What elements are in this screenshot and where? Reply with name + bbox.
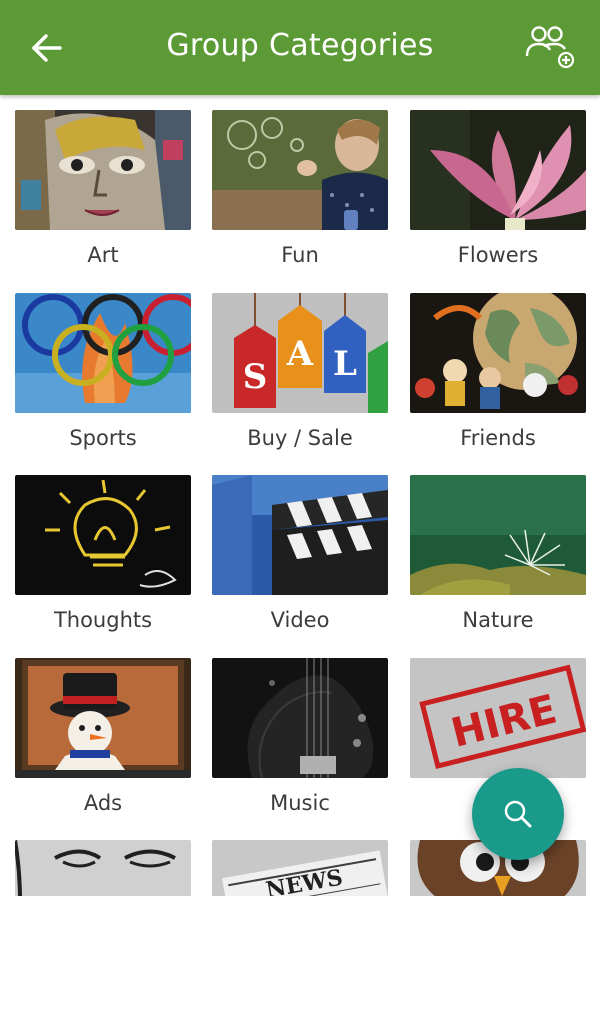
category-tile-flowers[interactable]: Flowers xyxy=(410,95,586,267)
newspaper-image: NEWS xyxy=(212,840,388,896)
add-group-button[interactable] xyxy=(520,22,582,72)
category-tile-thoughts[interactable]: Thoughts xyxy=(15,460,191,632)
hire-image: HIRE xyxy=(410,658,586,778)
flowers-image xyxy=(410,110,586,230)
page-title: Group Categories xyxy=(166,28,434,63)
add-group-icon xyxy=(525,26,575,69)
video-image xyxy=(212,475,388,595)
search-icon xyxy=(504,800,532,828)
svg-text:A: A xyxy=(286,334,314,374)
app-bar: Group Categories xyxy=(0,0,600,95)
category-tile-5-1[interactable] xyxy=(15,825,191,896)
category-tile-art[interactable]: Art xyxy=(15,95,191,267)
buy-sale-image: S A L xyxy=(212,293,388,413)
thoughts-image xyxy=(15,475,191,595)
category-label: Video xyxy=(270,608,330,632)
category-label: Buy / Sale xyxy=(247,426,353,450)
cartoon-face-image xyxy=(15,840,191,896)
nature-image xyxy=(410,475,586,595)
category-tile-nature[interactable]: Nature xyxy=(410,460,586,632)
category-tile-music[interactable]: Music xyxy=(212,643,388,815)
category-tile-sports[interactable]: Sports xyxy=(15,278,191,450)
svg-text:L: L xyxy=(333,344,357,384)
category-tile-friends[interactable]: Friends xyxy=(410,278,586,450)
category-label: Sports xyxy=(69,426,137,450)
category-tile-5-2[interactable]: NEWS xyxy=(212,825,388,896)
category-tile-fun[interactable]: Fun xyxy=(212,95,388,267)
ads-image xyxy=(15,658,191,778)
search-button[interactable] xyxy=(472,768,564,860)
category-label: Thoughts xyxy=(53,608,153,632)
category-label: Fun xyxy=(281,243,319,267)
category-label: Friends xyxy=(460,426,536,450)
category-tile-buy-sale[interactable]: S A L Buy / Sale xyxy=(212,278,388,450)
art-image xyxy=(15,110,191,230)
sports-image xyxy=(15,293,191,413)
fun-image xyxy=(212,110,388,230)
svg-text:S: S xyxy=(243,357,268,397)
music-image xyxy=(212,658,388,778)
category-label: Ads xyxy=(83,791,123,815)
category-label: Flowers xyxy=(457,243,539,267)
friends-image xyxy=(410,293,586,413)
category-tile-ads[interactable]: Ads xyxy=(15,643,191,815)
category-label: Art xyxy=(87,243,119,267)
category-tile-video[interactable]: Video xyxy=(212,460,388,632)
category-label: Music xyxy=(270,791,330,815)
category-label: Nature xyxy=(462,608,534,632)
